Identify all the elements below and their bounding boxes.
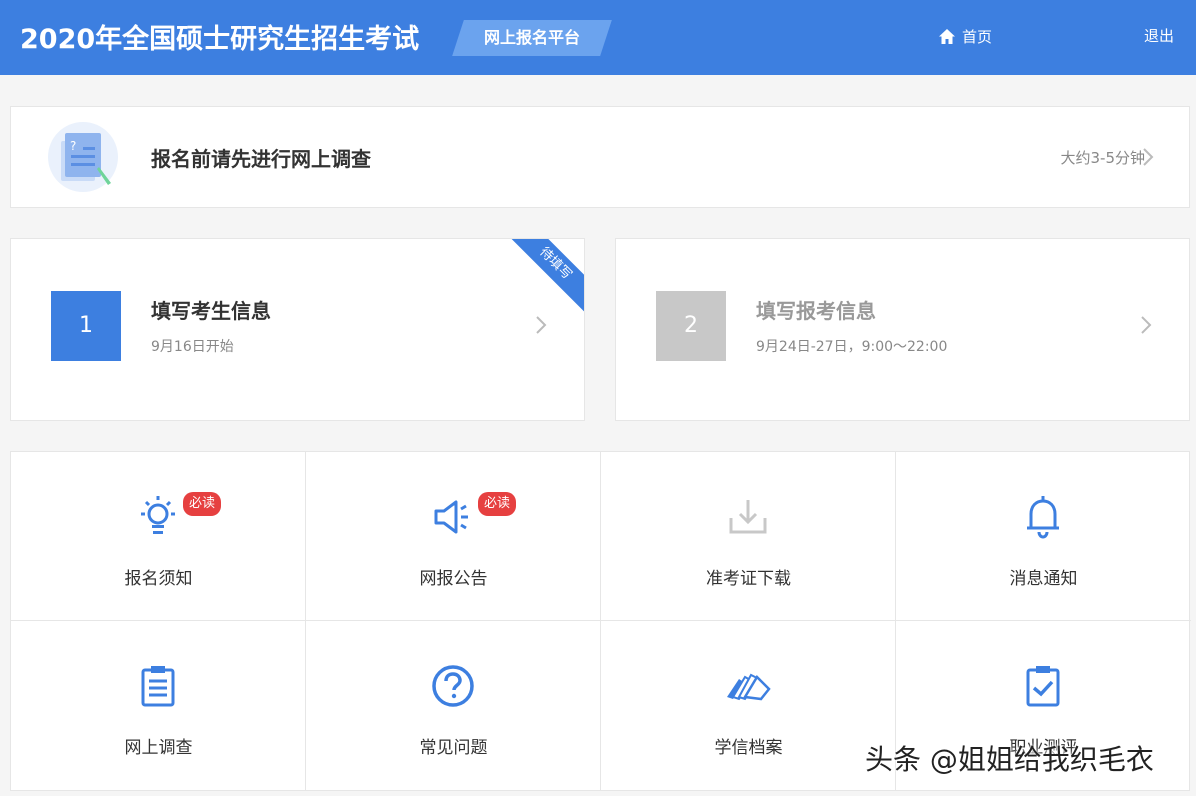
step-1-title: 填写考生信息 (151, 299, 271, 323)
step-2-card[interactable]: 2 填写报考信息 9月24日-27日，9:00～22:00 (615, 238, 1190, 421)
platform-tag-label: 网上报名平台 (483, 28, 580, 47)
step-1-card[interactable]: 1 填写考生信息 9月16日开始 待填写 (10, 238, 585, 421)
step-2-title: 填写报考信息 (756, 299, 876, 323)
grid-item-notifications[interactable]: 消息通知 (896, 452, 1191, 621)
chevron-right-icon (1141, 316, 1152, 334)
clipboard-list-icon (141, 666, 175, 707)
home-icon (939, 28, 955, 44)
grid-item-announcements[interactable]: 必读 网报公告 (306, 452, 601, 621)
logout-link[interactable]: 退出 (1144, 25, 1174, 47)
step-2-description: 9月24日-27日，9:00～22:00 (756, 339, 948, 355)
download-icon (729, 500, 767, 534)
grid-item-label: 网报公告 (419, 569, 488, 589)
svg-text:?: ? (70, 139, 76, 153)
documents-icon (727, 673, 771, 701)
grid-item-faq[interactable]: 常见问题 (306, 621, 601, 790)
page-title: 2020年全国硕士研究生招生考试 (20, 24, 420, 55)
grid-item-online-survey[interactable]: 网上调查 (11, 621, 306, 790)
chevron-right-icon (536, 316, 547, 334)
grid-item-label: 准考证下载 (706, 569, 791, 589)
lightbulb-icon (141, 496, 175, 534)
grid-item-registration-notice[interactable]: 必读 报名须知 (11, 452, 306, 621)
grid-item-admission-ticket[interactable]: 准考证下载 (601, 452, 896, 621)
grid-item-label: 常见问题 (419, 738, 488, 758)
grid-item-label: 网上调查 (124, 738, 193, 758)
home-link[interactable]: 首页 (938, 25, 992, 47)
chevron-right-icon (1143, 148, 1154, 166)
clipboard-check-icon (1026, 666, 1060, 707)
survey-card[interactable]: ? 报名前请先进行网上调查 大约3-5分钟 (10, 106, 1190, 208)
home-link-label: 首页 (962, 27, 993, 46)
survey-label: 报名前请先进行网上调查 (151, 147, 371, 171)
must-read-badge: 必读 (183, 492, 222, 516)
survey-duration: 大约3-5分钟 (1060, 149, 1146, 167)
megaphone-icon (434, 500, 468, 534)
step-2-number: 2 (656, 291, 726, 361)
must-read-badge: 必读 (478, 492, 517, 516)
grid-item-label: 学信档案 (714, 738, 783, 758)
bell-icon (1027, 496, 1059, 539)
pending-ribbon: 待填写 (506, 239, 584, 313)
step-1-number: 1 (51, 291, 121, 361)
watermark-text: 头条 @姐姐给我织毛衣 (865, 743, 1154, 776)
step-1-description: 9月16日开始 (151, 339, 234, 355)
grid-item-label: 消息通知 (1009, 569, 1078, 589)
survey-document-icon: ? (47, 121, 119, 193)
grid-item-label: 报名须知 (124, 569, 193, 589)
top-header: 2020年全国硕士研究生招生考试 网上报名平台 首页 退出 (0, 0, 1196, 75)
platform-tag: 网上报名平台 (452, 20, 612, 56)
grid-item-academic-records[interactable]: 学信档案 (601, 621, 896, 790)
question-circle-icon (432, 665, 474, 707)
